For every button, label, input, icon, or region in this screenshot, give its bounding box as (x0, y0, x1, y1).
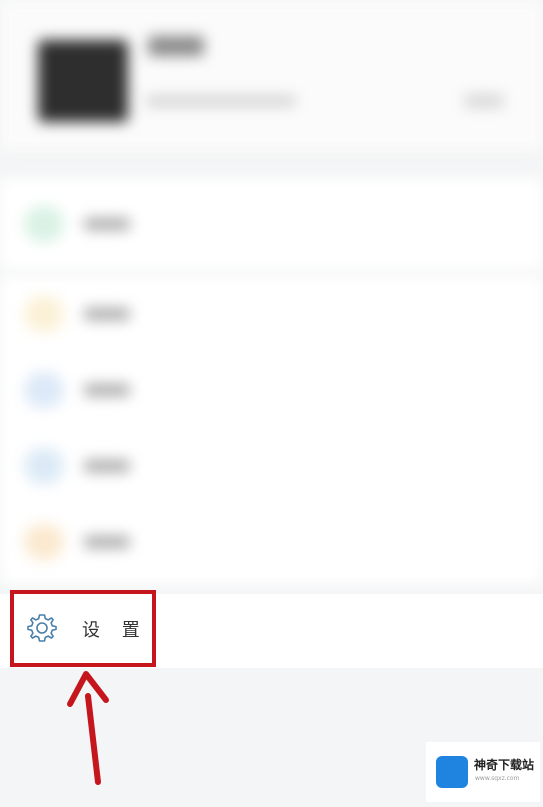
menu-item-label (84, 536, 130, 548)
watermark-logo-icon (436, 756, 468, 788)
highlight-box (10, 590, 156, 667)
menu-group-primary (0, 178, 543, 270)
menu-group-secondary (0, 276, 543, 584)
menu-item-icon (24, 206, 64, 242)
menu-item[interactable] (0, 276, 543, 352)
menu-item[interactable] (0, 186, 543, 262)
profile-link[interactable] (464, 94, 504, 108)
menu-item[interactable] (0, 428, 543, 504)
profile-header[interactable] (0, 0, 543, 150)
menu-item-label (84, 384, 130, 396)
menu-item-label (84, 308, 130, 320)
menu-item-icon (24, 372, 64, 408)
menu-item-label (84, 218, 130, 230)
menu-item[interactable] (0, 352, 543, 428)
watermark-url: www.sqxz.com (475, 775, 520, 782)
avatar[interactable] (38, 40, 128, 122)
profile-subtitle (146, 96, 296, 106)
menu-item-icon (24, 448, 64, 484)
username (148, 36, 204, 56)
watermark-title: 神奇下载站 (474, 758, 535, 772)
menu-item[interactable] (0, 504, 543, 580)
menu-item-icon (24, 296, 64, 332)
menu-item-label (84, 460, 130, 472)
menu-item-icon (24, 524, 64, 560)
arrow-up-icon (67, 671, 109, 785)
watermark: 神奇下载站 www.sqxz.com (426, 742, 540, 802)
